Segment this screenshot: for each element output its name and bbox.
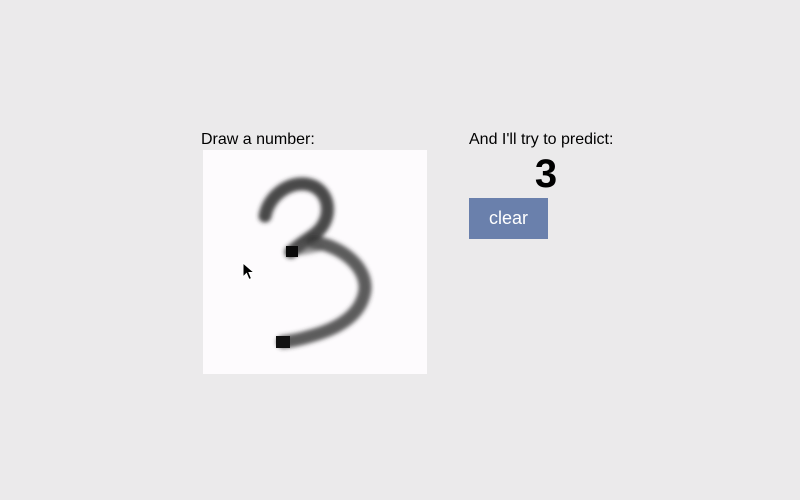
digit-drawing [258,177,372,349]
draw-label: Draw a number: [201,131,315,148]
draw-panel: Draw a number: [201,130,431,374]
clear-button[interactable]: clear [469,198,548,239]
app: Draw a number: And I'll try to predict: [0,0,800,500]
digit-stroke-dot-middle [286,246,298,257]
digit-stroke-dot-end [276,336,290,348]
drawing-canvas[interactable] [203,150,427,374]
prediction-value: 3 [534,152,558,196]
predict-label: And I'll try to predict: [469,131,614,148]
predict-panel: And I'll try to predict: 3 clear [469,130,629,239]
